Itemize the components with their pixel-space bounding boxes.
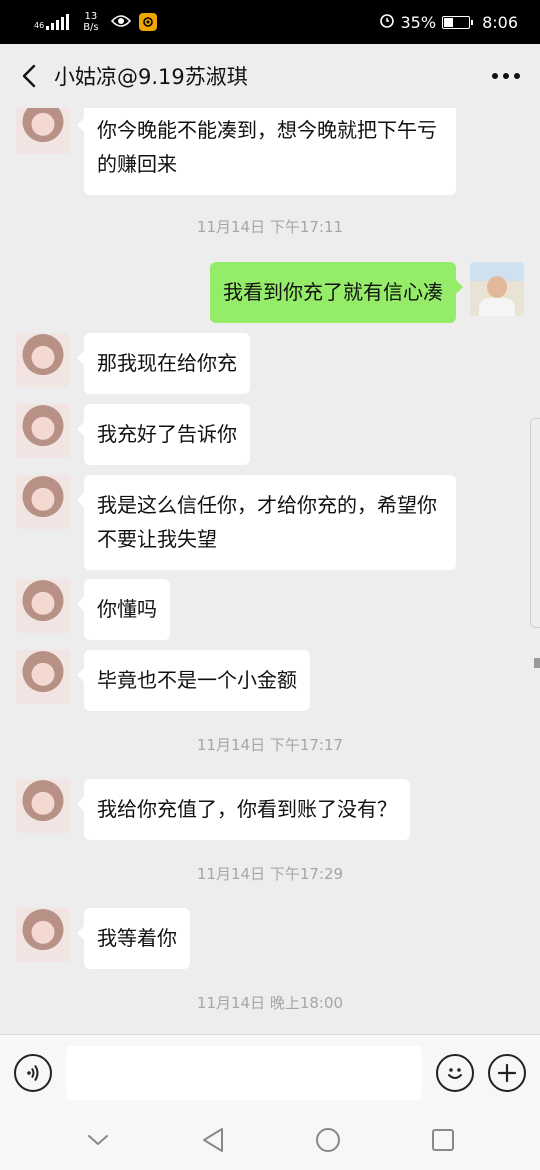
status-left: 46 13 B/s [34,11,157,33]
message-received: 你今晚能不能凑到，想今晚就把下午亏的赚回来 [16,108,456,195]
chat-title: 小姑凉@9.19苏淑琪 [54,65,248,89]
contact-avatar[interactable] [16,333,70,387]
voice-icon [27,1064,39,1081]
input-bar [0,1034,540,1110]
message-received: 毕竟也不是一个小金额 [16,650,310,711]
message-list[interactable]: 你今晚能不能凑到，想今晚就把下午亏的赚回来 11月14日 下午17:11 我看到… [0,108,540,1034]
network-type: 46 [34,14,70,30]
battery-fill [444,17,454,27]
nav-recents-button[interactable] [423,1120,463,1160]
emoji-button[interactable] [436,1053,474,1092]
contact-avatar[interactable] [16,579,70,633]
emoji-icon [448,1067,462,1079]
square-recents-icon [431,1129,454,1151]
message-received: 那我现在给你充 [16,333,250,394]
back-button[interactable] [14,56,44,96]
nav-home-button[interactable] [308,1120,348,1160]
contact-avatar[interactable] [16,650,70,704]
message-input[interactable] [66,1045,422,1100]
nav-hide-button[interactable] [78,1120,118,1160]
voice-button[interactable] [14,1053,52,1092]
contact-avatar[interactable] [16,908,70,962]
system-nav-bar [0,1110,540,1170]
scrollbar[interactable] [530,418,540,628]
contact-avatar[interactable] [16,779,70,833]
message-received: 我给你充值了，你看到账了没有？ [16,779,410,840]
more-button[interactable] [486,56,526,96]
eye-icon [110,13,131,32]
message-bubble[interactable]: 我充好了告诉你 [77,404,250,465]
status-bar: 46 13 B/s 35% 8:06 [0,0,540,44]
plus-icon [497,1063,517,1082]
signal-icon [46,14,70,30]
contact-avatar[interactable] [16,404,70,458]
battery-icon [442,15,474,29]
contact-avatar[interactable] [16,108,70,154]
alarm-icon [379,12,395,32]
message-received: 我是这么信任你，才给你充的，希望你不要让我失望 [16,475,456,570]
chat-header: 小姑凉@9.19苏淑琪 [0,44,540,108]
message-timestamp: 11月14日 晚上18:00 [196,994,344,1012]
net-speed: 13 B/s [83,11,98,33]
net-speed-unit: B/s [83,22,99,33]
message-received: 我等着你 [16,908,190,969]
message-bubble[interactable]: 我看到你充了就有信心凑 [210,262,463,323]
nav-back-button[interactable] [193,1120,233,1160]
message-bubble[interactable]: 你今晚能不能凑到，想今晚就把下午亏的赚回来 [77,108,456,195]
message-bubble[interactable]: 我给你充值了，你看到账了没有？ [77,779,410,840]
more-dots-icon [492,73,520,79]
message-received: 你懂吗 [16,579,170,640]
message-timestamp: 11月14日 下午17:29 [196,865,344,883]
contact-avatar[interactable] [16,475,70,529]
triangle-back-icon [202,1128,223,1152]
battery-percent: 35% [400,12,437,32]
chevron-down-icon [87,1135,108,1145]
scroll-indicator[interactable] [534,658,540,668]
circle-home-icon [315,1128,340,1152]
message-bubble[interactable]: 你懂吗 [77,579,170,640]
message-sent: 我看到你充了就有信心凑 [210,262,524,323]
message-bubble[interactable]: 我等着你 [77,908,190,969]
message-bubble[interactable]: 毕竟也不是一个小金额 [77,650,310,711]
status-right: 35% 8:06 [379,12,518,32]
net-speed-value: 13 [84,11,98,22]
message-received: 我充好了告诉你 [16,404,250,465]
message-bubble[interactable]: 我是这么信任你，才给你充的，希望你不要让我失望 [77,475,456,570]
add-button[interactable] [488,1053,526,1092]
my-avatar[interactable] [470,262,524,316]
message-bubble[interactable]: 那我现在给你充 [77,333,250,394]
network-type-label: 46 [34,21,45,30]
clock-time: 8:06 [482,12,518,32]
message-timestamp: 11月14日 下午17:17 [196,736,344,754]
message-timestamp: 11月14日 下午17:11 [196,218,344,236]
back-arrow-icon [22,64,36,88]
app-notification-icon [138,13,157,31]
